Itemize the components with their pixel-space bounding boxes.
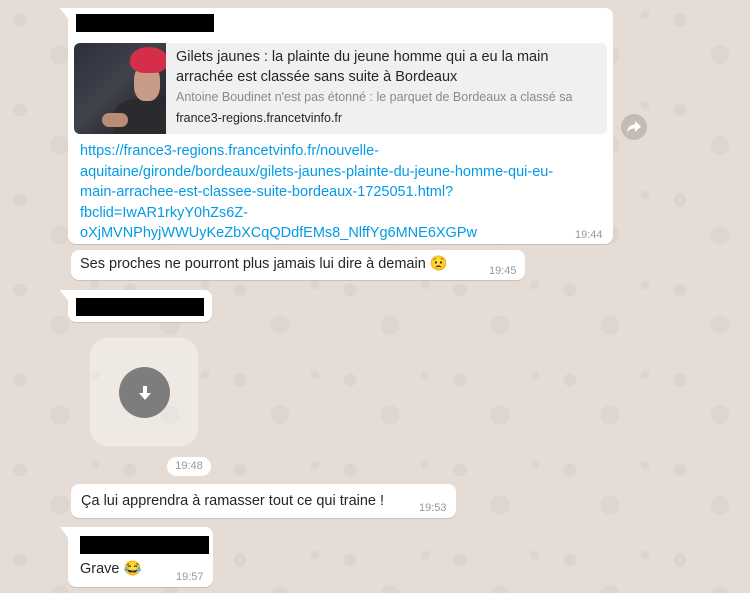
link-preview-thumbnail (74, 43, 166, 134)
message-text: Ça lui apprendra à ramasser tout ce qui … (81, 493, 385, 509)
message-time: 19:57 (176, 571, 204, 583)
incoming-message[interactable]: Ça lui apprendra à ramasser tout ce qui … (71, 484, 456, 518)
link-line[interactable]: aquitaine/gironde/bordeaux/gilets-jaunes… (80, 162, 595, 183)
message-link[interactable]: https://france3-regions.francetvinfo.fr/… (80, 141, 595, 244)
message-time: 19:45 (489, 265, 517, 277)
link-preview-title: Gilets jaunes : la plainte du jeune homm… (176, 49, 549, 85)
incoming-message-sender-header (60, 290, 212, 322)
message-time: 19:44 (575, 229, 603, 241)
link-line[interactable]: https://france3-regions.francetvinfo.fr/… (80, 141, 595, 162)
forward-icon (627, 121, 641, 133)
message-time: 19:48 (167, 457, 211, 476)
link-line[interactable]: oXjMVNPhyjWWUyKeZbXCqQDdfEMs8_NlffYg6MNE… (80, 223, 595, 244)
incoming-message-link[interactable]: Gilets jaunes : la plainte du jeune homm… (60, 8, 613, 244)
link-line[interactable]: main-arrachee-est-classee-suite-bordeaux… (80, 182, 595, 203)
link-preview-description: Antoine Boudinet n'est pas étonné : le p… (176, 90, 573, 104)
incoming-message[interactable]: Grave 😂 19:57 (60, 527, 213, 587)
link-line[interactable]: fbclid=IwAR1rkyY0hZs6Z- (80, 203, 595, 224)
download-button[interactable] (119, 367, 170, 418)
message-text: Ses proches ne pourront plus jamais lui … (80, 256, 448, 272)
message-time: 19:53 (419, 502, 447, 514)
redacted-sender-name (80, 536, 209, 554)
download-icon (138, 385, 151, 400)
message-text: Grave 😂 (80, 561, 142, 577)
forward-button[interactable] (621, 114, 647, 140)
incoming-message[interactable]: Ses proches ne pourront plus jamais lui … (71, 250, 525, 280)
link-preview-domain: france3-regions.francetvinfo.fr (176, 111, 343, 125)
redacted-sender-name (76, 298, 204, 316)
link-preview-card[interactable]: Gilets jaunes : la plainte du jeune homm… (74, 43, 607, 134)
redacted-sender-name (76, 14, 214, 32)
